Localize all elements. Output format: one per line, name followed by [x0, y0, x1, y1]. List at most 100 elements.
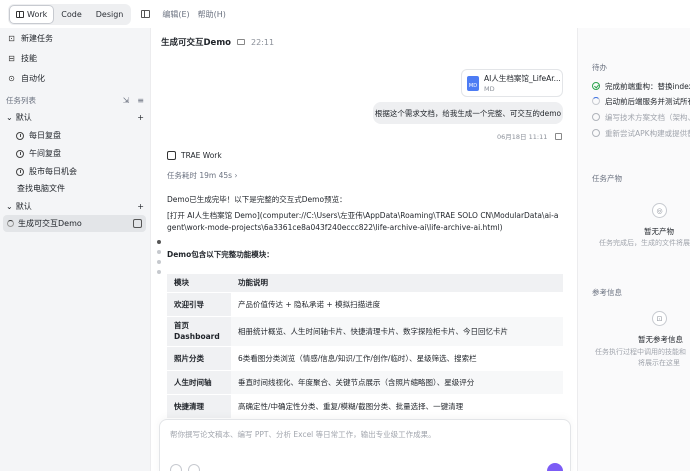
nav-dot[interactable]: [157, 260, 161, 264]
table-cell-module: 快捷清理: [167, 394, 231, 419]
message-composer[interactable]: 帮你撰写论文稿本、编写 PPT、分析 Excel 等日常工作，输出专业级工作成果…: [159, 419, 571, 471]
find-files-item[interactable]: 查找电脑文件: [17, 180, 145, 197]
empty-refs-icon: ⊡: [652, 311, 667, 326]
add-task-icon[interactable]: +: [137, 202, 144, 211]
empty-artifacts-icon: ◎: [652, 203, 667, 218]
todo-text: 完成前端重构：替换index.ht: [605, 81, 690, 91]
table-cell-desc: 6类看图分类浏览（情感/信息/知识/工作/创作/临时）、星级筛选、搜索栏: [231, 346, 563, 371]
table-header-desc: 功能说明: [231, 274, 563, 293]
chevron-right-icon: ›: [234, 171, 238, 180]
task-duration: 任务耗时 19m 45s: [167, 171, 233, 180]
table-row: 照片分类 6类看图分类浏览（情感/信息/知识/工作/创作/临时）、星级筛选、搜索…: [167, 346, 563, 371]
nav-dot[interactable]: [157, 240, 161, 244]
table-header-row: 模块 功能说明: [167, 274, 563, 293]
clock-icon: [16, 131, 24, 140]
active-task-label: 生成可交互Demo: [18, 219, 82, 228]
table-cell-module: 欢迎引导: [167, 292, 231, 317]
clock-icon: [16, 167, 24, 176]
send-button[interactable]: [547, 463, 563, 471]
active-task-item[interactable]: 生成可交互Demo: [3, 215, 146, 232]
modules-title: Demo包含以下完整功能模块：: [167, 250, 274, 259]
task-list-title: 任务列表: [6, 95, 36, 105]
agent-name: TRAE Work: [181, 151, 222, 160]
message-nav-dots[interactable]: [157, 240, 161, 274]
automation-label: 自动化: [21, 73, 45, 83]
todo-text: 编写技术方案文档（架构、API: [605, 112, 690, 122]
modules-table: 模块 功能说明 欢迎引导 产品价值传达 + 隐私承诺 + 模拟扫描进度 首页 D…: [167, 274, 563, 419]
menu-edit[interactable]: 编辑(E): [162, 9, 189, 20]
refs-empty-title: 暂无参考信息: [638, 335, 683, 344]
attachment-name: AI人生档案馆_LifeAr...: [484, 74, 560, 83]
todo-item[interactable]: 启动前后端服务并测试所有API: [592, 95, 690, 107]
artifacts-empty-title: 暂无产物: [644, 227, 674, 236]
folder-icon[interactable]: [237, 39, 246, 45]
automation-icon: ⊙: [8, 73, 15, 83]
progress-spinner-icon: [592, 97, 600, 105]
agent-header: TRAE Work: [167, 151, 222, 160]
composer-input[interactable]: 帮你撰写论文稿本、编写 PPT、分析 Excel 等日常工作，输出专业级工作成果…: [170, 429, 560, 440]
nav-dot[interactable]: [157, 270, 161, 274]
mode-switcher: Work Code Design: [8, 3, 132, 25]
group-default-2[interactable]: ⌄ 默认 +: [4, 199, 144, 214]
copy-icon[interactable]: [555, 132, 563, 140]
demo-link[interactable]: [打开 AI人生档案馆 Demo](computer://C:\Users\左亚…: [167, 210, 559, 234]
message-time: 06月18日 11:11: [497, 133, 548, 141]
new-task-button[interactable]: ⊡ 新建任务: [4, 29, 146, 47]
nav-dot[interactable]: [157, 250, 161, 254]
loading-spinner-icon: [7, 220, 14, 227]
chevron-down-icon: ⌄: [6, 202, 13, 211]
user-message-text: 根据这个需求文档，给我生成一个完整、可交互的demo: [374, 108, 562, 118]
table-cell-module: 首页 Dashboard: [167, 316, 231, 347]
sidebar-toggle-icon[interactable]: [141, 10, 151, 18]
mode-code-button[interactable]: Code: [55, 6, 87, 23]
todo-title: 待办: [592, 63, 607, 72]
find-files-label: 查找电脑文件: [17, 184, 65, 193]
work-layout-icon: [16, 10, 24, 18]
list-item-label: 午间复盘: [29, 149, 61, 158]
todo-item[interactable]: 重新尝试APK构建或提供替代方: [592, 127, 690, 139]
add-task-icon[interactable]: +: [137, 113, 144, 122]
empty-circle-icon: [592, 129, 600, 137]
task-duration-toggle[interactable]: 任务耗时 19m 45s ›: [167, 170, 237, 181]
group-default-1[interactable]: ⌄ 默认 +: [4, 110, 144, 125]
menu-help[interactable]: 帮助(H): [198, 9, 226, 20]
list-item-label: 股市每日机会: [29, 167, 77, 176]
mode-work-button[interactable]: Work: [10, 5, 54, 23]
todo-item[interactable]: 完成前端重构：替换index.ht: [592, 80, 690, 92]
list-item[interactable]: 每日复盘: [16, 127, 144, 144]
check-circle-icon: [592, 82, 600, 90]
table-row: 快捷清理 高确定性/中确定性分类、重复/模糊/截图分类、批量选择、一键清理: [167, 394, 563, 419]
mention-icon[interactable]: [188, 464, 200, 471]
artifacts-empty-desc: 任务完成后，生成的文件将展示在: [599, 239, 690, 247]
conversation-time: 22:11: [251, 37, 275, 47]
new-task-label: 新建任务: [21, 33, 53, 43]
mode-design-label: Design: [95, 9, 124, 19]
skills-button[interactable]: ⊟ 技能: [4, 49, 146, 67]
user-message: 根据这个需求文档，给我生成一个完整、可交互的demo: [373, 102, 563, 124]
chevron-down-icon: ⌄: [6, 113, 13, 122]
list-item[interactable]: 午间复盘: [16, 145, 144, 162]
sidebar: ⊡ 新建任务 ⊟ 技能 ⊙ 自动化 任务列表 ⇲ ≡ ⌄ 默认 + 每日复盘 午…: [0, 28, 150, 471]
task-list-header: 任务列表 ⇲ ≡: [6, 93, 144, 107]
attachment-card[interactable]: MD AI人生档案馆_LifeAr... MD: [461, 69, 563, 97]
skill-icon: ⊟: [8, 53, 15, 63]
empty-circle-icon: [592, 113, 600, 121]
attachment-type: MD: [484, 85, 495, 93]
filter-icon[interactable]: ≡: [137, 96, 144, 105]
automation-button[interactable]: ⊙ 自动化: [4, 69, 146, 87]
markdown-file-icon: MD: [467, 75, 479, 91]
group-label: 默认: [15, 113, 32, 122]
attach-icon[interactable]: [170, 464, 182, 471]
table-cell-desc: 产品价值传达 + 隐私承诺 + 模拟扫描进度: [231, 292, 563, 317]
new-task-icon: ⊡: [8, 33, 15, 43]
mode-design-button[interactable]: Design: [90, 6, 130, 23]
table-row: 首页 Dashboard 相册统计概览、人生时间轴卡片、快捷清理卡片、数字探险柜…: [167, 316, 563, 347]
collapse-all-icon[interactable]: ⇲: [123, 96, 130, 105]
list-item[interactable]: 股市每日机会: [16, 163, 144, 180]
skills-label: 技能: [21, 53, 37, 63]
task-list-icon[interactable]: [133, 219, 142, 228]
refs-empty-desc-1: 任务执行过程中调用的技能和: [595, 348, 686, 356]
table-cell-module: 人生时间轴: [167, 370, 231, 395]
table-row: 人生时间轴 垂直时间线视化、年度聚合、关键节点展示（含照片缩略图）、星级评分: [167, 370, 563, 395]
todo-item[interactable]: 编写技术方案文档（架构、API: [592, 111, 690, 123]
